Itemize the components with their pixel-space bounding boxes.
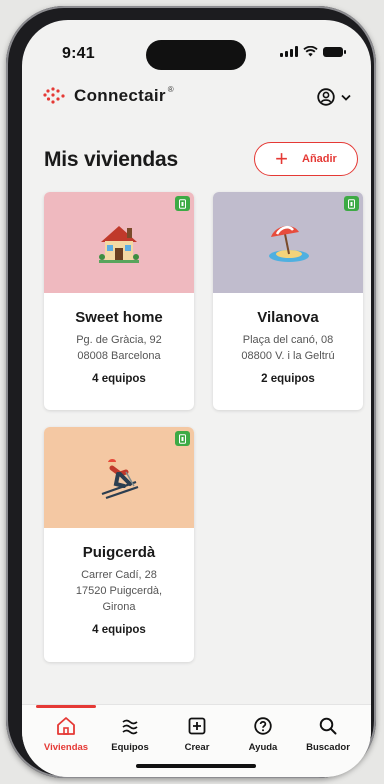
home-address-line2: 08800 V. i la Geltrú (241, 350, 335, 362)
home-address-line3: Girona (102, 601, 136, 613)
battery-icon (323, 47, 346, 57)
nav-label: Ayuda (248, 742, 278, 753)
home-card-image (44, 427, 194, 528)
user-avatar-icon (317, 88, 335, 106)
nav-label: Crear (184, 742, 210, 753)
home-icon (57, 717, 75, 735)
dynamic-island (146, 40, 246, 70)
brand-registered-mark: ® (167, 84, 174, 94)
brand-logo: Connectair ® (42, 84, 174, 106)
nav-item-viviendas[interactable]: Viviendas (34, 715, 98, 753)
chevron-down-icon (341, 94, 351, 101)
home-name: Vilanova (257, 309, 319, 326)
app-screen: 9:41 Connectair ® Mis viviendas + Añadir… (22, 20, 371, 777)
home-device-count: 2 equipos (261, 373, 315, 385)
nav-item-crear[interactable]: Crear (165, 715, 229, 753)
connected-badge-icon (175, 431, 190, 446)
home-address-line2: 08008 Barcelona (77, 350, 161, 362)
status-bar: 9:41 (22, 20, 371, 70)
nav-label: Equipos (111, 742, 149, 753)
signal-icon (280, 46, 298, 57)
beach-umbrella-icon (269, 225, 309, 262)
home-device-count: 4 equipos (92, 373, 146, 385)
help-icon (254, 717, 272, 735)
home-card-body: Puigcerdà Carrer Cadí, 28 17520 Puigcerd… (44, 528, 194, 636)
home-address-line1: Plaça del canó, 08 (242, 334, 334, 346)
home-name: Sweet home (75, 309, 163, 326)
home-card-body: Sweet home Pg. de Gràcia, 92 08008 Barce… (44, 293, 194, 385)
nav-active-indicator (36, 705, 96, 708)
home-card-sweet-home[interactable]: Sweet home Pg. de Gràcia, 92 08008 Barce… (44, 192, 194, 410)
home-card-image (213, 192, 363, 293)
home-address-line1: Pg. de Gràcia, 92 (76, 334, 162, 346)
plus-icon: + (275, 146, 288, 171)
nav-label: Buscador (306, 742, 350, 753)
connectair-logo-icon (43, 87, 65, 104)
home-card-puigcerda[interactable]: Puigcerdà Carrer Cadí, 28 17520 Puigcerd… (44, 427, 194, 662)
search-icon (319, 717, 337, 735)
waves-icon (122, 719, 138, 735)
plus-square-icon (188, 717, 206, 735)
nav-item-equipos[interactable]: Equipos (98, 715, 162, 753)
connected-badge-icon (175, 196, 190, 211)
house-icon (99, 225, 139, 263)
page-title: Mis viviendas (44, 148, 178, 171)
add-home-button[interactable]: + Añadir (254, 142, 358, 176)
home-device-count: 4 equipos (92, 624, 146, 636)
brand-name: Connectair (74, 86, 166, 105)
home-card-vilanova[interactable]: Vilanova Plaça del canó, 08 08800 V. i l… (213, 192, 363, 410)
nav-item-buscador[interactable]: Buscador (296, 715, 360, 753)
skier-icon (101, 458, 139, 499)
home-indicator (136, 764, 256, 768)
phone-frame: 9:41 Connectair ® Mis viviendas + Añadir… (6, 6, 376, 778)
home-name: Puigcerdà (82, 544, 156, 561)
home-address-line1: Carrer Cadí, 28 (81, 569, 157, 581)
add-button-label: Añadir (302, 153, 337, 165)
app-header: Connectair ® (22, 80, 371, 120)
home-card-body: Vilanova Plaça del canó, 08 08800 V. i l… (213, 293, 363, 385)
home-card-image (44, 192, 194, 293)
wifi-icon (303, 46, 318, 57)
connected-badge-icon (344, 196, 359, 211)
status-time: 9:41 (62, 45, 95, 62)
system-icons (280, 46, 346, 57)
home-address-line2: 17520 Puigcerdà, (75, 585, 163, 597)
nav-label: Viviendas (43, 742, 89, 753)
nav-item-ayuda[interactable]: Ayuda (231, 715, 295, 753)
user-menu[interactable] (317, 88, 351, 106)
